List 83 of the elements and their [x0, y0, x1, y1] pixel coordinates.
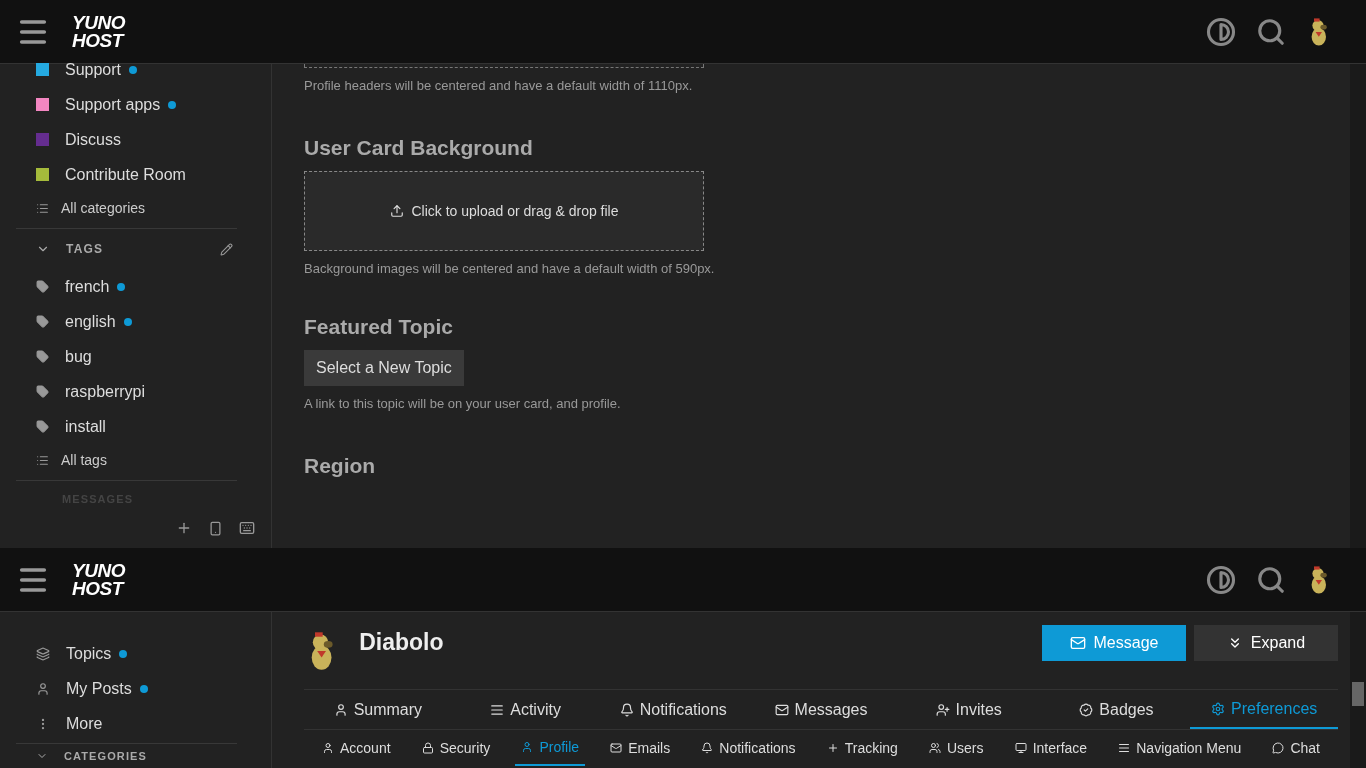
lines-icon — [1118, 742, 1131, 754]
section-tab[interactable]: Badges — [1042, 690, 1191, 729]
section-tab[interactable]: Preferences — [1190, 690, 1339, 729]
subsection-tab[interactable]: Notifications — [695, 730, 802, 766]
tag-icon — [36, 280, 49, 293]
user-icon — [333, 702, 348, 717]
envelope-icon — [610, 742, 623, 754]
scrollbar[interactable] — [1350, 612, 1366, 768]
section-tab[interactable]: Notifications — [599, 690, 748, 729]
section-title: User Card Background — [304, 134, 534, 161]
edit-icon[interactable] — [220, 242, 233, 256]
lock-icon — [421, 742, 434, 754]
plus-icon — [826, 742, 839, 754]
select-topic-button[interactable]: Select a New Topic — [304, 350, 464, 386]
hint-text: Profile headers will be centered and have a default width of 1110px. — [304, 77, 694, 95]
topics-icon — [36, 646, 50, 661]
posts-icon — [36, 681, 50, 696]
settings-icon — [1211, 701, 1226, 716]
sidebar-item[interactable]: My Posts — [16, 671, 237, 706]
sidebar-tag[interactable]: bug — [16, 339, 237, 374]
sidebar-category[interactable]: Discuss — [16, 122, 237, 157]
bell-icon — [701, 742, 714, 754]
lines-icon — [490, 702, 505, 717]
search-icon[interactable] — [1256, 16, 1287, 47]
section-tab[interactable]: Invites — [894, 690, 1043, 729]
upload-dropzone[interactable]: Click to upload or drag & drop file — [304, 171, 704, 251]
list-icon — [36, 201, 49, 215]
section-title: Featured Topic — [304, 313, 454, 340]
chat-bubble-icon — [1272, 742, 1285, 754]
tag-icon — [36, 315, 49, 328]
hint-text: Background images will be centered and have a default width of 590px. — [304, 260, 716, 278]
sidebar-link[interactable]: All tags — [16, 444, 237, 476]
section-header[interactable]: TAGS — [16, 229, 237, 269]
subsection-tab[interactable]: Interface — [1008, 730, 1094, 766]
monitor-icon — [1014, 742, 1027, 754]
plus-icon[interactable] — [176, 520, 192, 536]
keyboard-icon[interactable] — [239, 520, 255, 536]
sidebar-item[interactable]: Topics — [16, 636, 237, 671]
username: Diabolo — [359, 628, 444, 658]
envelope-icon — [774, 702, 789, 717]
sidebar-tag[interactable]: french — [16, 269, 237, 304]
site-logo[interactable]: YUNO HOST — [72, 13, 125, 50]
envelope-icon — [1069, 634, 1086, 651]
sidebar-category[interactable]: Support — [16, 52, 237, 87]
scrollbar[interactable] — [1350, 64, 1366, 548]
sidebar-category[interactable]: Contribute Room — [16, 157, 237, 192]
tag-icon — [36, 385, 49, 398]
sidebar-tag[interactable]: install — [16, 409, 237, 444]
users-icon — [928, 742, 941, 754]
hint-text: A link to this topic will be on your user card, and profile. — [304, 395, 622, 413]
user-plus-icon — [935, 702, 950, 717]
section-header[interactable]: CATEGORIES — [16, 744, 237, 762]
sidebar-tag[interactable]: raspberrypi — [16, 374, 237, 409]
subsection-tab[interactable]: Tracking — [820, 730, 904, 766]
site-logo[interactable]: YUNO HOST — [72, 561, 125, 598]
sidebar-item[interactable]: More — [16, 706, 237, 741]
contrast-icon[interactable] — [1206, 16, 1237, 47]
user-icon — [521, 741, 534, 753]
section-tab[interactable]: Messages — [747, 690, 895, 729]
list-icon — [36, 453, 49, 467]
subsection-tab[interactable]: Navigation Menu — [1112, 730, 1248, 766]
section-title: Region — [304, 452, 377, 479]
sidebar-tag[interactable]: english — [16, 304, 237, 339]
phone-icon[interactable] — [208, 520, 223, 536]
badge-icon — [1079, 702, 1094, 717]
contrast-icon[interactable] — [1206, 564, 1237, 595]
section-tab[interactable]: Activity — [451, 690, 600, 729]
subsection-tab[interactable]: Emails — [604, 730, 677, 766]
sidebar-category[interactable]: Support apps — [16, 87, 237, 122]
subsection-tab[interactable]: Security — [415, 730, 497, 766]
upload-icon — [389, 204, 404, 218]
search-icon[interactable] — [1256, 564, 1287, 595]
subsection-tab[interactable]: Users — [922, 730, 990, 766]
tag-icon — [36, 350, 49, 363]
tag-icon — [36, 420, 49, 433]
subsection-tab[interactable]: Chat — [1266, 730, 1326, 766]
expand-button[interactable]: Expand — [1194, 624, 1338, 661]
subsection-tab[interactable]: Profile — [515, 730, 586, 766]
user-icon — [322, 742, 334, 754]
section-tab[interactable]: Summary — [304, 690, 452, 729]
subsection-tab[interactable]: Account — [316, 730, 397, 766]
sidebar-link[interactable]: All categories — [16, 192, 237, 224]
bell-icon — [619, 702, 634, 717]
